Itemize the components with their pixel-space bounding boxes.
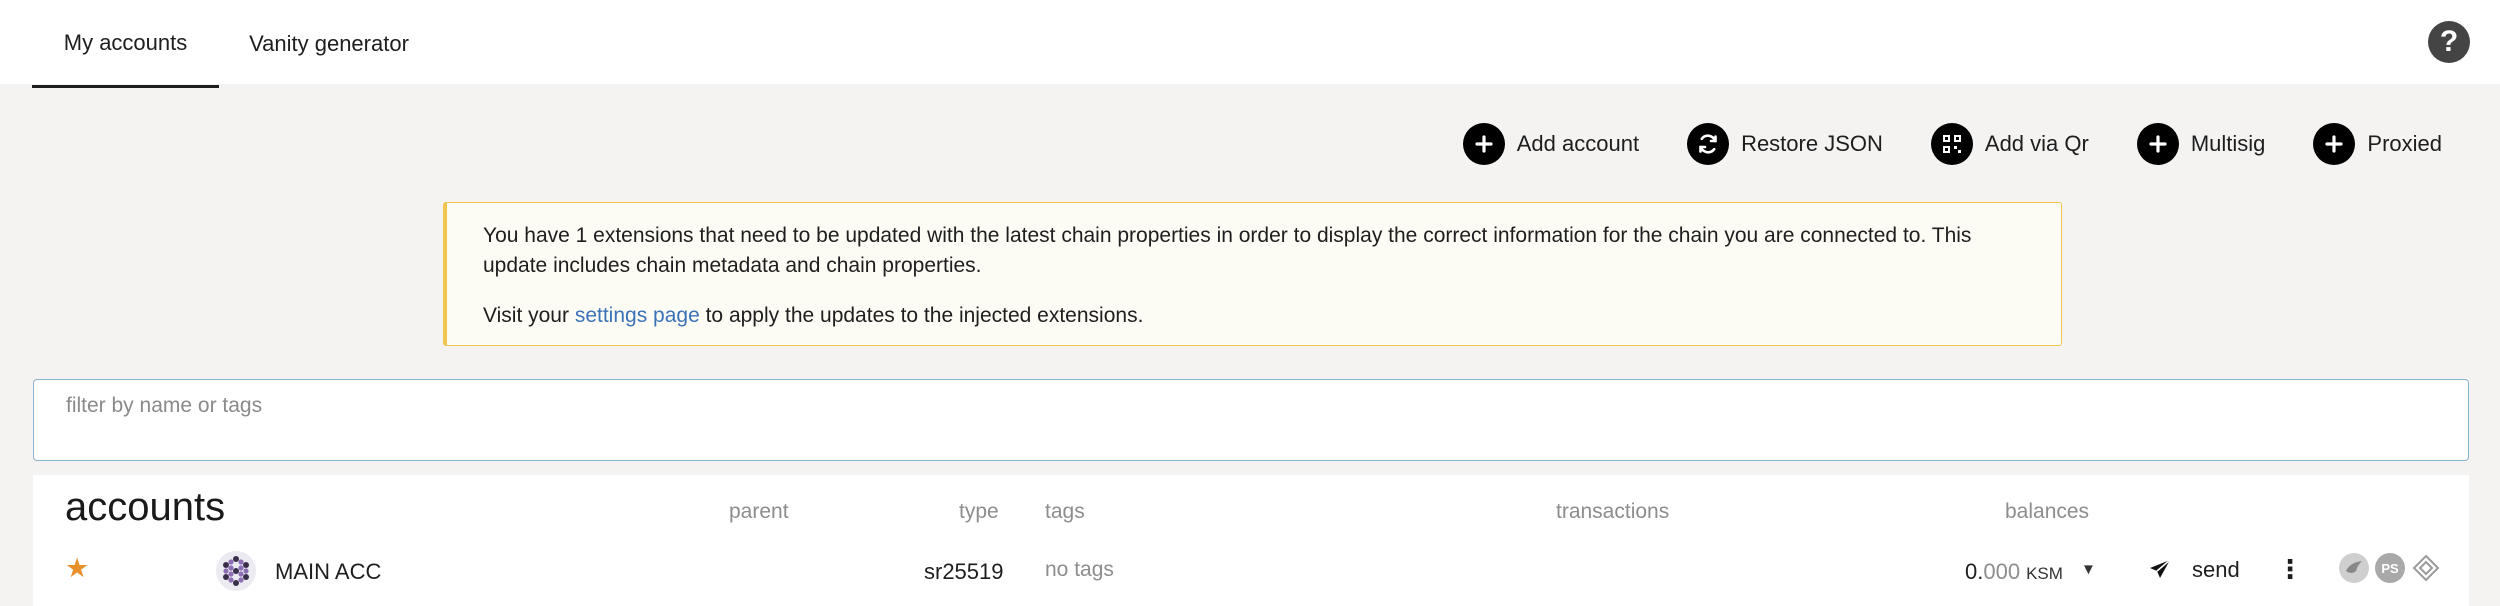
multisig-button[interactable]: Multisig bbox=[2136, 123, 2266, 165]
proxied-button[interactable]: Proxied bbox=[2313, 123, 2442, 165]
account-actions: Add account Restore JSON Add via Qr Mult… bbox=[1462, 122, 2442, 166]
help-icon[interactable]: ? bbox=[2428, 21, 2470, 63]
chain-badges: PS bbox=[2339, 553, 2441, 583]
account-identicon-icon[interactable] bbox=[216, 551, 256, 591]
restore-json-button[interactable]: Restore JSON bbox=[1687, 123, 1883, 165]
accounts-table: accounts parent type tags transactions b… bbox=[33, 475, 2469, 606]
plus-icon bbox=[1462, 123, 1505, 165]
balance-value: 0.000 KSM bbox=[1965, 559, 2063, 584]
proxied-label: Proxied bbox=[2367, 131, 2442, 156]
network-icon bbox=[2411, 553, 2441, 583]
polkadot-icon: PS bbox=[2375, 553, 2405, 583]
multisig-label: Multisig bbox=[2190, 131, 2266, 156]
tab-my-accounts[interactable]: My accounts bbox=[32, 0, 219, 88]
restore-json-label: Restore JSON bbox=[1741, 131, 1883, 156]
table-row: ★ MAIN ACC sr25519 no tags 0.000 KSM ▼ s… bbox=[33, 543, 2469, 599]
filter-input[interactable] bbox=[34, 380, 2468, 418]
add-via-qr-label: Add via Qr bbox=[1984, 131, 2089, 156]
more-options-icon[interactable]: ⋮ bbox=[2277, 554, 2303, 585]
kusama-icon bbox=[2339, 553, 2369, 583]
account-tags: no tags bbox=[1045, 558, 1114, 581]
caret-down-icon[interactable]: ▼ bbox=[2081, 561, 2096, 578]
favorite-star-icon[interactable]: ★ bbox=[65, 553, 89, 584]
add-account-label: Add account bbox=[1516, 131, 1640, 156]
filter-box bbox=[33, 379, 2469, 461]
accounts-title: accounts bbox=[65, 485, 226, 529]
header-parent: parent bbox=[729, 500, 789, 523]
warning-text: You have 1 extensions that need to be up… bbox=[483, 224, 1972, 277]
header-balances: balances bbox=[2005, 500, 2090, 523]
qrcode-icon bbox=[1930, 123, 1973, 165]
header-tags: tags bbox=[1045, 500, 1085, 523]
account-name[interactable]: MAIN ACC bbox=[275, 559, 381, 585]
settings-page-link[interactable]: settings page bbox=[575, 304, 700, 327]
header-type: type bbox=[959, 500, 999, 523]
plus-icon bbox=[2313, 123, 2356, 165]
add-account-button[interactable]: Add account bbox=[1462, 123, 1640, 165]
paper-plane-icon bbox=[2150, 559, 2171, 578]
add-via-qr-button[interactable]: Add via Qr bbox=[1930, 123, 2089, 165]
tab-vanity-generator[interactable]: Vanity generator bbox=[219, 0, 439, 88]
sync-icon bbox=[1687, 123, 1730, 165]
extension-update-warning: You have 1 extensions that need to be up… bbox=[443, 202, 2062, 346]
top-tab-bar: My accounts Vanity generator ? bbox=[0, 0, 2500, 88]
header-transactions: transactions bbox=[1556, 500, 1670, 523]
send-label: send bbox=[2192, 557, 2240, 582]
warning-settings-line: Visit your settings page to apply the up… bbox=[483, 304, 1144, 327]
send-button[interactable]: send bbox=[2148, 557, 2240, 583]
plus-icon bbox=[2136, 123, 2179, 165]
balance-unit: KSM bbox=[2026, 564, 2063, 583]
account-type: sr25519 bbox=[924, 559, 1004, 584]
